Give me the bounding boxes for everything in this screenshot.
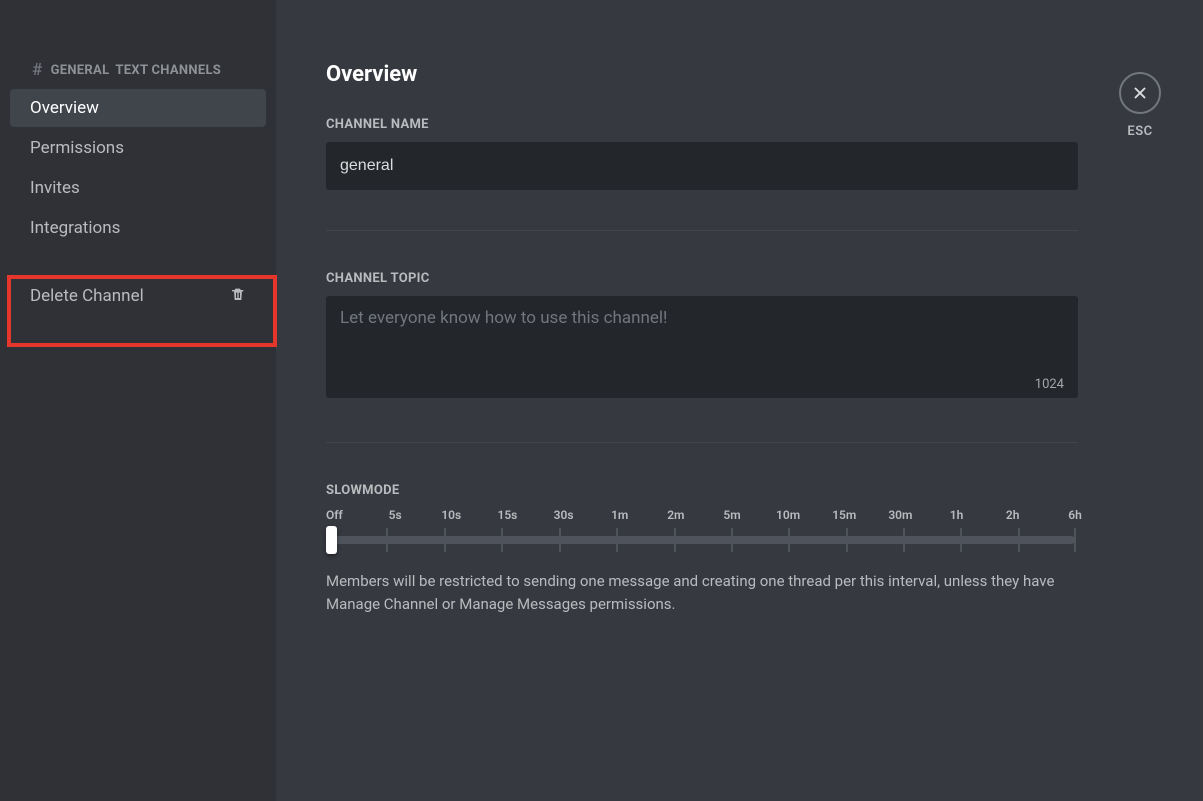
tick-label: 5s — [382, 508, 408, 522]
sidebar-category-name: TEXT CHANNELS — [115, 63, 221, 78]
tick-label: 15m — [831, 508, 857, 522]
tick-label: 6h — [1056, 508, 1082, 522]
slider-tick — [1074, 528, 1076, 552]
channel-topic-input[interactable] — [326, 296, 1078, 398]
slider-tick — [960, 528, 962, 552]
slider-handle[interactable] — [326, 526, 337, 554]
close-icon — [1119, 72, 1161, 114]
slowmode-tick-labels: Off 5s 10s 15s 30s 1m 2m 5m 10m 15m 30m … — [326, 508, 1082, 522]
slider-tick — [444, 528, 446, 552]
close-esc-label: ESC — [1127, 124, 1152, 139]
slider-tick — [674, 528, 676, 552]
tick-label: 1h — [944, 508, 970, 522]
slider-tick — [788, 528, 790, 552]
hash-icon: # — [32, 62, 43, 79]
trash-icon — [230, 286, 246, 307]
tick-label: 1m — [607, 508, 633, 522]
tick-label: 5m — [719, 508, 745, 522]
slider-tick — [386, 528, 388, 552]
slowmode-slider[interactable] — [326, 528, 1078, 552]
slider-tick — [1018, 528, 1020, 552]
sidebar-channel-name: GENERAL — [51, 63, 110, 78]
channel-name-input[interactable] — [326, 142, 1078, 190]
sidebar-item-label: Invites — [30, 178, 80, 198]
tick-label: Off — [326, 508, 352, 522]
channel-topic-label: CHANNEL TOPIC — [326, 271, 1149, 286]
slider-tick — [559, 528, 561, 552]
divider — [326, 442, 1078, 443]
tick-label: 30s — [551, 508, 577, 522]
sidebar-item-label: Overview — [30, 98, 99, 118]
slider-bar — [329, 536, 1075, 544]
slider-tick — [616, 528, 618, 552]
close-button[interactable]: ESC — [1119, 72, 1161, 139]
tick-label: 10m — [775, 508, 801, 522]
tick-label: 10s — [438, 508, 464, 522]
tick-label: 2h — [1000, 508, 1026, 522]
divider — [326, 230, 1078, 231]
tick-label: 30m — [887, 508, 913, 522]
sidebar-item-label: Permissions — [30, 138, 124, 158]
sidebar-item-overview[interactable]: Overview — [10, 89, 266, 127]
sidebar-item-label: Integrations — [30, 218, 120, 238]
sidebar-item-integrations[interactable]: Integrations — [10, 209, 266, 247]
slider-tick — [501, 528, 503, 552]
sidebar-header: # GENERAL TEXT CHANNELS — [0, 62, 276, 79]
main-content: ESC Overview CHANNEL NAME CHANNEL TOPIC … — [276, 0, 1203, 801]
sidebar-item-invites[interactable]: Invites — [10, 169, 266, 207]
tick-label: 2m — [663, 508, 689, 522]
channel-name-label: CHANNEL NAME — [326, 117, 1149, 132]
slider-tick — [846, 528, 848, 552]
slowmode-slider-region: Off 5s 10s 15s 30s 1m 2m 5m 10m 15m 30m … — [326, 508, 1082, 617]
tick-label: 15s — [494, 508, 520, 522]
sidebar-delete-label: Delete Channel — [30, 286, 144, 306]
sidebar: # GENERAL TEXT CHANNELS Overview Permiss… — [0, 0, 276, 801]
sidebar-delete-channel[interactable]: Delete Channel — [10, 277, 266, 315]
sidebar-item-permissions[interactable]: Permissions — [10, 129, 266, 167]
char-count: 1024 — [1035, 377, 1064, 392]
slider-tick — [903, 528, 905, 552]
slowmode-description: Members will be restricted to sending on… — [326, 570, 1078, 617]
page-title: Overview — [326, 62, 1149, 87]
slowmode-label: SLOWMODE — [326, 483, 1149, 498]
slider-tick — [731, 528, 733, 552]
